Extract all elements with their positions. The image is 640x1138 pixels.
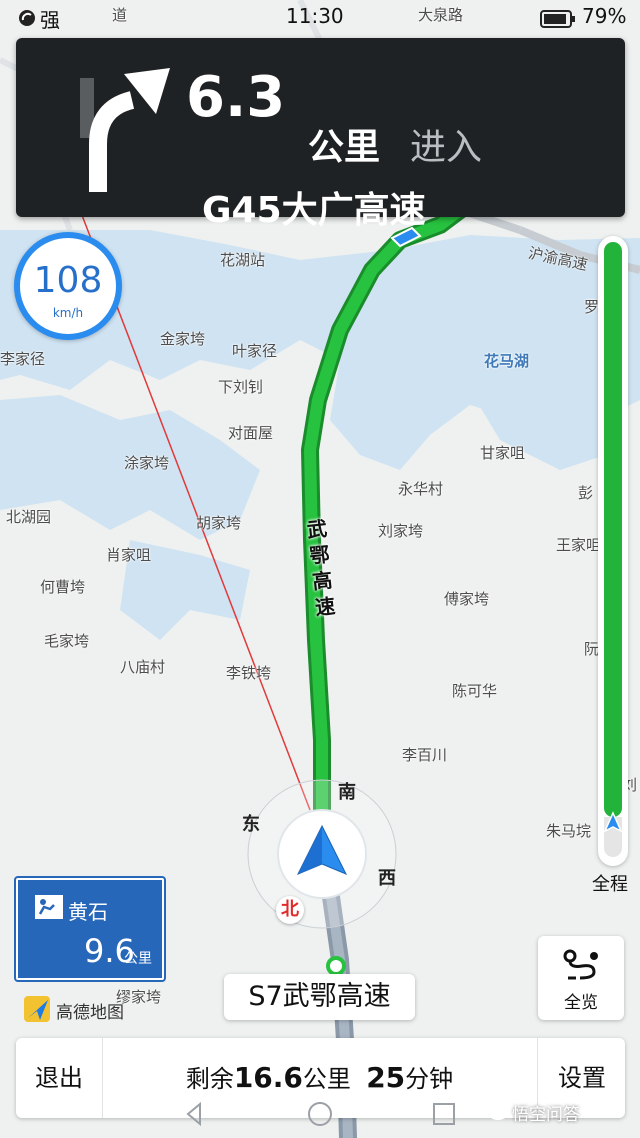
exit-sign: 黄石 9.6 公里 xyxy=(14,876,166,982)
status-bar: 强 11:30 79% xyxy=(0,0,640,36)
speed-indicator: 108 km/h xyxy=(14,232,122,340)
speed-unit: km/h xyxy=(52,306,84,320)
speed-value: 108 xyxy=(33,260,103,301)
compass-west: 西 xyxy=(378,868,396,889)
place-label: 涂家垮 xyxy=(124,454,170,472)
signal-icon xyxy=(19,10,35,26)
place-label: 八庙村 xyxy=(120,658,166,676)
car-position-icon xyxy=(296,824,348,875)
remaining-time-unit: 分钟 xyxy=(405,1065,454,1093)
next-turn-action: 进入 xyxy=(410,127,483,168)
place-label: 毛家垮 xyxy=(44,632,90,650)
amap-logo-text: 高德地图 xyxy=(56,1003,124,1023)
overview-label: 全览 xyxy=(564,993,598,1013)
place-label: 阮 xyxy=(584,640,600,658)
place-label: 何曹垮 xyxy=(40,578,86,596)
battery-level: 79% xyxy=(582,4,627,28)
place-label: 彭 xyxy=(578,484,594,502)
place-label: 永华村 xyxy=(398,480,444,498)
place-label: 胡家垮 xyxy=(196,514,242,532)
place-label: 朱马垸 xyxy=(546,822,592,840)
amap-logo-icon xyxy=(24,996,50,1022)
place-label: 花湖站 xyxy=(220,251,266,269)
clock: 11:30 xyxy=(286,4,344,28)
next-turn-distance: 6.3 xyxy=(186,65,286,130)
route-progress-bar[interactable] xyxy=(598,236,628,866)
exit-icon xyxy=(35,895,63,919)
place-label: 肖家咀 xyxy=(106,546,152,564)
remaining-distance-unit: 公里 xyxy=(302,1065,351,1093)
place-label: 甘家咀 xyxy=(480,444,526,462)
home-icon[interactable] xyxy=(308,1102,332,1126)
place-label: 对面屋 xyxy=(228,424,274,442)
current-road-name: S7武鄂高速 xyxy=(224,974,415,1020)
place-label: 下刘钊 xyxy=(218,378,264,396)
turn-right-arrow-icon xyxy=(80,68,170,192)
next-turn-unit: 公里 xyxy=(308,127,381,168)
exit-name: 黄石 xyxy=(68,900,108,924)
place-label: 金家垮 xyxy=(160,330,206,348)
compass-east: 东 xyxy=(242,814,260,835)
compass-north[interactable]: 北 xyxy=(276,896,304,924)
guidance-panel: 6.3 公里 进入 G45大广高速 xyxy=(16,38,625,231)
progress-label: 全程 xyxy=(592,874,628,895)
progress-remaining xyxy=(604,242,622,817)
place-label: 罗 xyxy=(584,298,600,316)
remaining-prefix: 剩余 xyxy=(185,1065,234,1093)
overview-button[interactable]: 全览 xyxy=(538,936,624,1020)
place-label: 刘家垮 xyxy=(378,522,424,540)
place-label: 北湖园 xyxy=(6,508,52,526)
lake-label: 花马湖 xyxy=(484,352,530,370)
next-road-name: G45大广高速 xyxy=(202,190,426,231)
place-label: 傅家垮 xyxy=(444,590,490,608)
start-point xyxy=(326,956,346,976)
recents-icon[interactable] xyxy=(433,1103,455,1125)
battery-icon xyxy=(540,10,575,28)
route-overview-icon xyxy=(563,949,598,980)
place-label: 陈可华 xyxy=(452,682,498,700)
current-position-icon xyxy=(603,811,623,833)
back-icon[interactable] xyxy=(186,1101,201,1127)
signal-label: 强 xyxy=(40,8,60,32)
place-label: 李铁垮 xyxy=(226,664,272,682)
place-label: 李家径 xyxy=(0,350,46,368)
watermark: 悟空问答 xyxy=(512,1105,580,1125)
place-label: 叶家径 xyxy=(232,342,278,360)
place-label: 李百川 xyxy=(402,746,448,764)
watermark-logo-icon xyxy=(487,1102,509,1120)
exit-distance-unit: 公里 xyxy=(124,951,152,967)
place-label: 王家咀 xyxy=(556,536,602,554)
compass-south: 南 xyxy=(338,782,356,803)
